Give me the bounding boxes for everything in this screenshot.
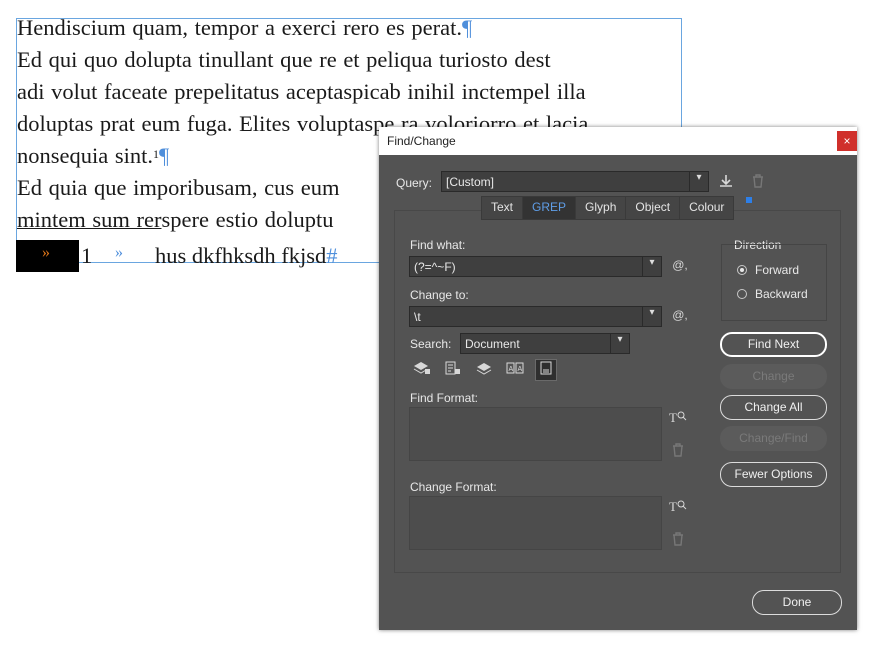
tab-indicator-dot — [746, 197, 752, 203]
doc-line-5: nonsequia sint.1¶ — [17, 143, 170, 168]
doc-line-7: mintem sum rerspere estio doluptu — [17, 207, 334, 232]
backward-label[interactable]: Backward — [755, 287, 808, 301]
clear-find-format-icon[interactable] — [669, 442, 687, 460]
change-find-button[interactable]: Change/Find — [720, 426, 827, 451]
doc-line-3: adi volut faceate prepelitatus aceptaspi… — [17, 79, 586, 104]
include-locked-stories-icon[interactable] — [442, 360, 464, 380]
pilcrow-mark: ¶ — [461, 15, 473, 40]
chevron-down-icon: ▾ — [689, 172, 708, 191]
tab-glyph[interactable]: Glyph — [576, 197, 627, 219]
include-master-pages-icon[interactable]: AA — [504, 360, 526, 380]
chevron-down-icon[interactable]: ▾ — [642, 257, 661, 276]
find-what-label: Find what: — [410, 238, 466, 252]
include-hidden-layers-icon[interactable] — [473, 360, 495, 380]
dialog-title: Find/Change — [387, 134, 456, 148]
pilcrow-mark: ¶ — [159, 143, 170, 168]
dialog-titlebar[interactable]: Find/Change × — [379, 127, 857, 155]
svg-text:A: A — [509, 366, 514, 373]
change-format-label: Change Format: — [410, 480, 497, 494]
footnote-number: 1 — [81, 243, 93, 268]
search-scope-select[interactable]: Document ▾ — [460, 333, 630, 354]
change-all-button[interactable]: Change All — [720, 395, 827, 420]
query-select[interactable]: [Custom] ▾ — [441, 171, 709, 192]
include-locked-layers-icon[interactable] — [411, 360, 433, 380]
specify-find-format-icon[interactable]: T — [669, 409, 687, 427]
tab-object[interactable]: Object — [626, 197, 681, 219]
tab-marker-icon: » — [115, 244, 123, 261]
tab-text[interactable]: Text — [482, 197, 524, 219]
footnote-ref: 1 — [153, 147, 159, 161]
backward-radio[interactable] — [737, 289, 747, 299]
find-next-button[interactable]: Find Next — [720, 332, 827, 357]
svg-text:T: T — [669, 410, 677, 425]
special-characters-icon[interactable]: @, — [669, 308, 691, 326]
include-footnotes-icon[interactable] — [535, 359, 557, 381]
svg-text:A: A — [518, 366, 523, 373]
find-change-dialog: Find/Change × Query: [Custom] ▾ Text GRE… — [379, 127, 857, 630]
chevron-down-icon[interactable]: ▾ — [642, 307, 661, 326]
forward-radio[interactable] — [737, 265, 747, 275]
doc-line-1: Hendiscium quam, tempor a exerci rero es… — [17, 15, 473, 40]
change-to-field[interactable]: \t ▾ — [409, 306, 662, 327]
forward-label[interactable]: Forward — [755, 263, 799, 277]
close-button[interactable]: × — [837, 131, 857, 151]
svg-text:T: T — [669, 499, 677, 514]
direction-group — [721, 244, 827, 321]
search-type-tabs: Text GREP Glyph Object Colour — [481, 196, 735, 220]
query-label: Query: — [396, 176, 433, 190]
doc-line-8: hus dkfhksdh fkjsd# — [155, 243, 338, 268]
change-format-box[interactable] — [409, 496, 662, 550]
fewer-options-button[interactable]: Fewer Options — [720, 462, 827, 487]
doc-line-2: Ed qui quo dolupta tinullant que re et p… — [17, 47, 551, 72]
done-button[interactable]: Done — [752, 590, 842, 615]
tab-marker-icon: » — [42, 244, 50, 261]
change-button[interactable]: Change — [720, 364, 827, 389]
find-what-field[interactable]: (?=^~F) ▾ — [409, 256, 662, 277]
tab-grep[interactable]: GREP — [523, 197, 577, 219]
clear-change-format-icon[interactable] — [669, 531, 687, 549]
find-format-box[interactable] — [409, 407, 662, 461]
save-query-icon[interactable] — [717, 173, 735, 191]
search-label: Search: — [410, 337, 452, 351]
doc-line-6: Ed quia que imporibusam, cus eum — [17, 175, 340, 200]
change-to-label: Change to: — [410, 288, 469, 302]
find-format-label: Find Format: — [410, 391, 479, 405]
delete-query-icon[interactable] — [749, 173, 767, 191]
chevron-down-icon: ▾ — [610, 334, 629, 353]
end-of-story-mark: # — [326, 243, 338, 268]
specify-change-format-icon[interactable]: T — [669, 498, 687, 516]
tab-colour[interactable]: Colour — [680, 197, 733, 219]
special-characters-icon[interactable]: @, — [669, 258, 691, 276]
